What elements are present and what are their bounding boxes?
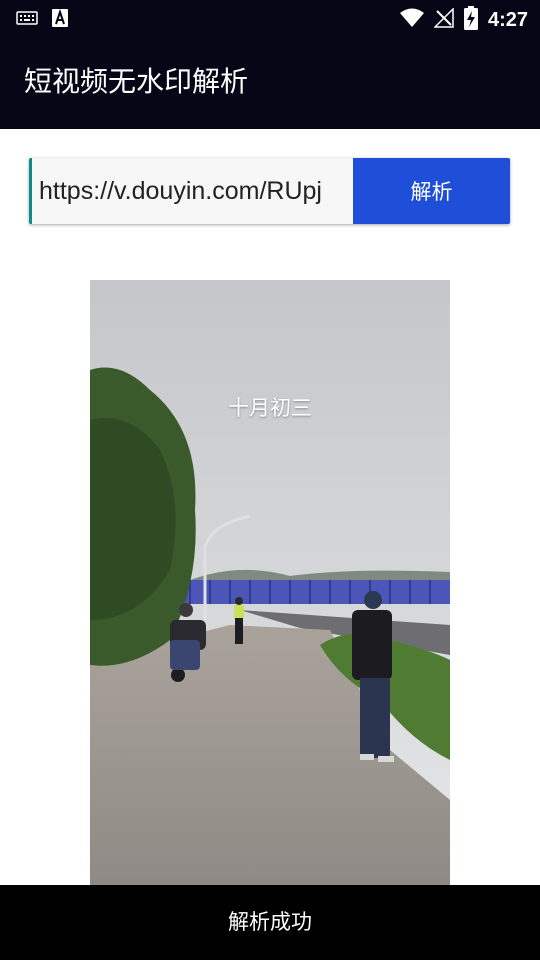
status-right: 4:27 xyxy=(399,6,528,34)
font-a-icon xyxy=(52,8,68,31)
app-title: 短视频无水印解析 xyxy=(24,65,249,98)
video-frame-image xyxy=(90,280,450,885)
battery-charging-icon xyxy=(463,6,478,34)
video-preview[interactable]: 十月初三 xyxy=(90,280,450,885)
url-input-card: 解析 xyxy=(29,158,510,224)
success-toast: 解析成功 xyxy=(0,885,540,960)
wifi-icon xyxy=(399,8,424,32)
status-bar: 4:27 xyxy=(0,0,540,38)
url-input[interactable] xyxy=(29,158,353,224)
video-caption: 十月初三 xyxy=(228,396,312,420)
status-left xyxy=(16,8,68,31)
keyboard-icon xyxy=(16,10,38,30)
no-signal-icon xyxy=(433,7,454,32)
status-time: 4:27 xyxy=(487,8,528,31)
app-bar: 短视频无水印解析 xyxy=(0,38,540,129)
parse-button[interactable]: 解析 xyxy=(353,158,510,224)
